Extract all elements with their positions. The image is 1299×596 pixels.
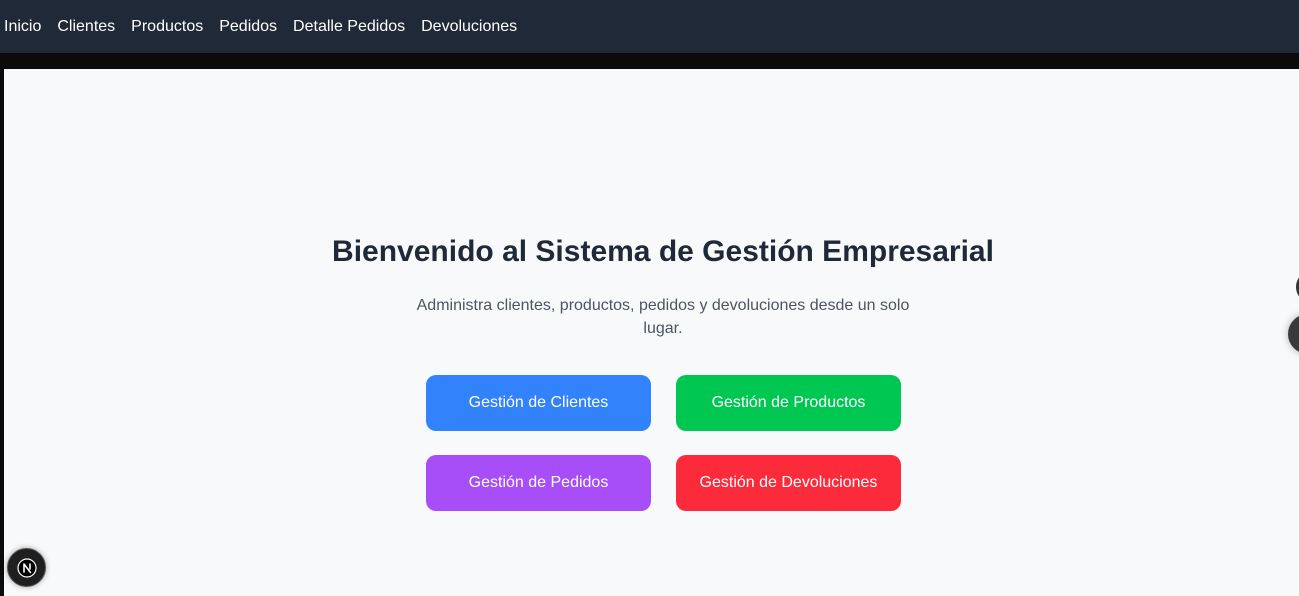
nextjs-logo-icon — [16, 557, 37, 578]
nav-link-devoluciones[interactable]: Devoluciones — [421, 17, 517, 37]
nav-link-detalle-pedidos[interactable]: Detalle Pedidos — [293, 17, 405, 37]
nav-link-productos[interactable]: Productos — [131, 17, 203, 37]
top-navbar: Inicio Clientes Productos Pedidos Detall… — [0, 0, 1299, 53]
nav-link-pedidos[interactable]: Pedidos — [219, 17, 277, 37]
gestion-productos-button[interactable]: Gestión de Productos — [676, 375, 901, 431]
nav-link-clientes[interactable]: Clientes — [57, 17, 115, 37]
main-content: Bienvenido al Sistema de Gestión Empresa… — [4, 69, 1299, 596]
nav-link-inicio[interactable]: Inicio — [4, 17, 41, 37]
gestion-devoluciones-button[interactable]: Gestión de Devoluciones — [676, 455, 901, 511]
page-subtitle: Administra clientes, productos, pedidos … — [416, 297, 910, 337]
page-title: Bienvenido al Sistema de Gestión Empresa… — [332, 235, 994, 268]
gestion-clientes-button[interactable]: Gestión de Clientes — [426, 375, 651, 431]
nav-spacer — [0, 53, 1299, 69]
gestion-pedidos-button[interactable]: Gestión de Pedidos — [426, 455, 651, 511]
nextjs-dev-indicator[interactable] — [7, 548, 46, 587]
